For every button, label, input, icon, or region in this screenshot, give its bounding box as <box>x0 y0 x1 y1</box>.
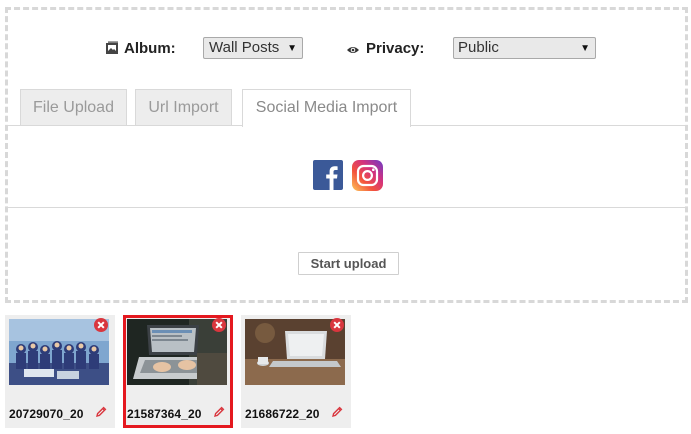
thumbnail-card-selected[interactable]: 21587364_20 <box>123 315 233 428</box>
pencil-icon[interactable] <box>331 406 343 418</box>
thumbnail-image[interactable] <box>9 319 109 385</box>
album-select-value: Wall Posts <box>209 39 280 56</box>
tab-url-import[interactable]: Url Import <box>135 89 232 125</box>
privacy-label: Privacy: <box>366 40 425 57</box>
facebook-icon[interactable] <box>313 160 343 190</box>
photo-album-icon <box>106 41 118 54</box>
caret-down-icon: ▼ <box>580 43 590 54</box>
thumbnail-card[interactable]: 21686722_20 <box>241 315 351 428</box>
album-label: Album: <box>124 40 176 57</box>
privacy-select[interactable]: Public ▼ <box>453 37 596 59</box>
thumbnail-filename: 21587364_20 <box>127 407 202 421</box>
remove-icon[interactable] <box>212 318 226 332</box>
pencil-icon[interactable] <box>95 406 107 418</box>
instagram-icon[interactable] <box>352 160 383 191</box>
start-upload-button[interactable]: Start upload <box>298 252 399 275</box>
upload-options: Album: Wall Posts ▼ Privacy: Public ▼ <box>8 10 685 85</box>
remove-icon[interactable] <box>330 318 344 332</box>
thumbnail-filename: 21686722_20 <box>245 407 320 421</box>
tab-social-media-import[interactable]: Social Media Import <box>242 89 411 127</box>
pencil-icon[interactable] <box>213 406 225 418</box>
thumbnail-image[interactable] <box>127 319 227 385</box>
privacy-select-value: Public <box>458 39 499 56</box>
thumbnail-filename: 20729070_20 <box>9 407 84 421</box>
eye-icon <box>347 47 359 53</box>
album-select[interactable]: Wall Posts ▼ <box>203 37 303 59</box>
caret-down-icon: ▼ <box>287 43 297 54</box>
section-divider <box>8 207 685 208</box>
upload-dropzone[interactable]: Album: Wall Posts ▼ Privacy: Public ▼ Fi… <box>5 7 688 303</box>
remove-icon[interactable] <box>94 318 108 332</box>
thumbnail-image[interactable] <box>245 319 345 385</box>
tab-file-upload[interactable]: File Upload <box>20 89 127 125</box>
thumbnail-card[interactable]: 20729070_20 <box>5 315 115 428</box>
